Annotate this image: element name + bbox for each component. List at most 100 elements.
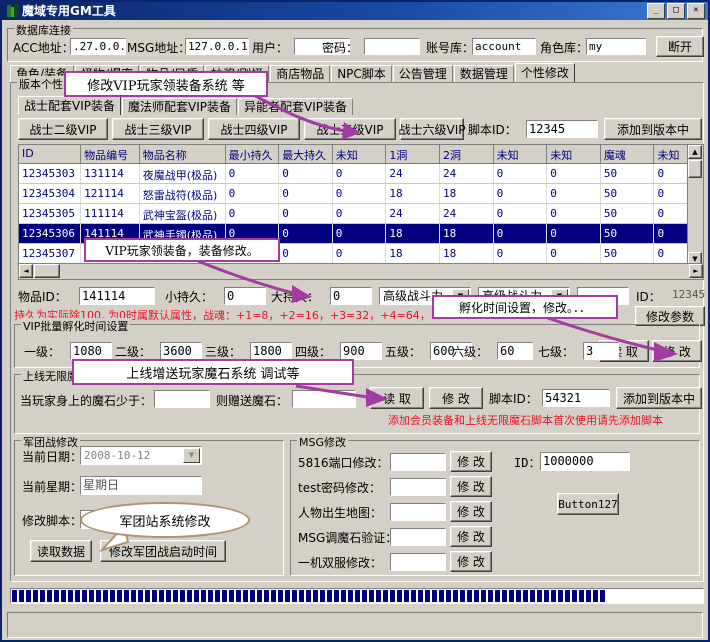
- role-db-input[interactable]: my: [586, 38, 646, 55]
- grid-vscrollbar[interactable]: ▲ ▼: [687, 145, 703, 266]
- max-durability-input[interactable]: 0: [330, 287, 372, 305]
- grid-column-header[interactable]: 物品编号: [81, 145, 140, 164]
- grid-scroll-left-button[interactable]: ◄: [19, 264, 33, 278]
- tab-shop-items[interactable]: 商店物品: [270, 65, 330, 82]
- stone-read-button[interactable]: 读 取: [370, 387, 424, 409]
- progress-segment: [404, 590, 409, 602]
- grid-column-header[interactable]: 2洞: [440, 145, 494, 164]
- hatch-lv3-input[interactable]: 1800: [250, 342, 292, 360]
- grid-vscroll-thumb[interactable]: [688, 160, 702, 178]
- legion-group-legend: 军团战修改: [21, 434, 80, 450]
- table-row[interactable]: 12345304121114怒雷战符(极品)000181800500: [19, 184, 703, 204]
- grid-hscrollbar[interactable]: ◄ ►: [19, 263, 703, 279]
- progress-bar: [10, 588, 704, 604]
- grid-column-header[interactable]: 未知: [547, 145, 601, 164]
- modify-params-button[interactable]: 修改参数: [635, 306, 705, 326]
- warrior-vip5-button[interactable]: 战士五级VIP: [304, 118, 396, 140]
- tab-npc-script[interactable]: NPC脚本: [331, 65, 392, 82]
- msg-row1-modify-button[interactable]: 修 改: [450, 476, 492, 497]
- script-id-input[interactable]: 12345: [526, 120, 598, 138]
- chevron-down-icon-3[interactable]: ▼: [183, 448, 200, 463]
- table-cell: 24: [386, 204, 440, 223]
- tab-warrior-vip-equip[interactable]: 战士配套VIP装备: [18, 96, 121, 115]
- grid-column-header[interactable]: 最小持久: [226, 145, 280, 164]
- tab-esper-vip-equip[interactable]: 异能者配套VIP装备: [238, 98, 353, 115]
- legion-week-input[interactable]: 星期日: [80, 476, 202, 495]
- hatch-lv2-input[interactable]: 3600: [160, 342, 202, 360]
- progress-segment: [236, 590, 241, 602]
- msg-address-input[interactable]: 127.0.0.1: [185, 38, 249, 55]
- warrior-vip2-button[interactable]: 战士二级VIP: [18, 118, 108, 140]
- msg-row3-input[interactable]: [390, 528, 446, 546]
- msg-row1-input[interactable]: [390, 478, 446, 496]
- tab-personal-modify[interactable]: 个性修改: [515, 63, 575, 82]
- password-input[interactable]: [364, 38, 420, 55]
- disconnect-button[interactable]: 断开: [656, 36, 704, 57]
- table-cell: 50: [601, 224, 655, 243]
- warrior-vip4-button[interactable]: 战士四级VIP: [208, 118, 300, 140]
- acc-address-input[interactable]: .27.0.0.1: [70, 38, 126, 55]
- table-cell: 武神宝盔(极品): [140, 204, 226, 223]
- progress-segment: [110, 590, 115, 602]
- legion-modify-start-time-button[interactable]: 修改军团战启动时间: [100, 540, 226, 562]
- grid-column-header[interactable]: ID: [19, 145, 81, 164]
- msg-row2-input[interactable]: [390, 503, 446, 521]
- table-cell: 0: [226, 204, 280, 223]
- grid-scroll-right-button[interactable]: ►: [689, 264, 703, 278]
- close-button[interactable]: ✕: [687, 3, 705, 19]
- stone-add-to-version-button[interactable]: 添加到版本中: [616, 387, 702, 409]
- warrior-vip3-button[interactable]: 战士三级VIP: [112, 118, 204, 140]
- min-durability-input[interactable]: 0: [224, 287, 266, 305]
- minimize-button[interactable]: _: [647, 3, 665, 19]
- msg-row0-input[interactable]: [390, 453, 446, 471]
- tab-mage-vip-equip[interactable]: 魔法师配套VIP装备: [122, 98, 237, 115]
- progress-segment: [474, 590, 479, 602]
- hatch-modify-button[interactable]: 修 改: [652, 340, 702, 362]
- progress-segment: [509, 590, 514, 602]
- button127[interactable]: Button127: [557, 493, 619, 515]
- grid-column-header[interactable]: 未知: [333, 145, 387, 164]
- warrior-vip6-button[interactable]: 战士六级VIP: [400, 118, 464, 140]
- stone-script-id-input[interactable]: 54321: [542, 389, 610, 407]
- progress-segment: [411, 590, 416, 602]
- tab-data-management[interactable]: 数据管理: [454, 65, 514, 82]
- legion-date-combobox[interactable]: 2008-10-12 ▼: [80, 446, 202, 465]
- msg-row2-modify-button[interactable]: 修 改: [450, 501, 492, 522]
- table-cell: 0: [547, 244, 601, 263]
- item-id-input[interactable]: 141114: [79, 287, 155, 305]
- hatch-lv1-input[interactable]: 1080: [70, 342, 112, 360]
- msg-row3-label: MSG调魔石验证：: [298, 531, 397, 545]
- grid-scroll-up-button[interactable]: ▲: [688, 145, 702, 159]
- msg-row4-input[interactable]: [390, 553, 446, 571]
- legion-read-data-button[interactable]: 读取数据: [30, 540, 92, 562]
- maximize-button[interactable]: □: [667, 3, 685, 19]
- progress-segment: [54, 590, 59, 602]
- script-id-label: 脚本ID：: [468, 123, 517, 137]
- add-to-version-button[interactable]: 添加到版本中: [604, 118, 702, 140]
- tab-announcement[interactable]: 公告管理: [393, 65, 453, 82]
- stone-give-input[interactable]: [292, 390, 356, 408]
- hatch-lv7-input[interactable]: 3: [583, 342, 619, 360]
- table-row[interactable]: 12345303131114夜魔战甲(极品)000242400500: [19, 164, 703, 184]
- progress-segment: [194, 590, 199, 602]
- account-db-input[interactable]: account: [472, 38, 536, 55]
- hatch-lv6-input[interactable]: 60: [497, 342, 533, 360]
- msg-row0-modify-button[interactable]: 修 改: [450, 451, 492, 472]
- progress-segment: [558, 590, 563, 602]
- msg-row4-modify-button[interactable]: 修 改: [450, 551, 492, 572]
- msg-id-label: ID：: [514, 456, 540, 470]
- grid-column-header[interactable]: 1洞: [386, 145, 440, 164]
- stone-modify-button[interactable]: 修 改: [429, 387, 483, 409]
- table-row[interactable]: 12345305111114武神宝盔(极品)000242400500: [19, 204, 703, 224]
- grid-column-header[interactable]: 未知: [494, 145, 548, 164]
- grid-hscroll-thumb[interactable]: [34, 264, 60, 278]
- grid-column-header[interactable]: 最大持久: [279, 145, 333, 164]
- hatch-lv4-input[interactable]: 900: [340, 342, 382, 360]
- grid-column-header[interactable]: 物品名称: [140, 145, 226, 164]
- msg-id-input[interactable]: 1000000: [540, 452, 630, 471]
- stone-condition-input[interactable]: [154, 390, 210, 408]
- table-cell: 0: [547, 224, 601, 243]
- msg-row3-modify-button[interactable]: 修 改: [450, 526, 492, 547]
- progress-segment: [278, 590, 283, 602]
- grid-column-header[interactable]: 魔魂: [601, 145, 655, 164]
